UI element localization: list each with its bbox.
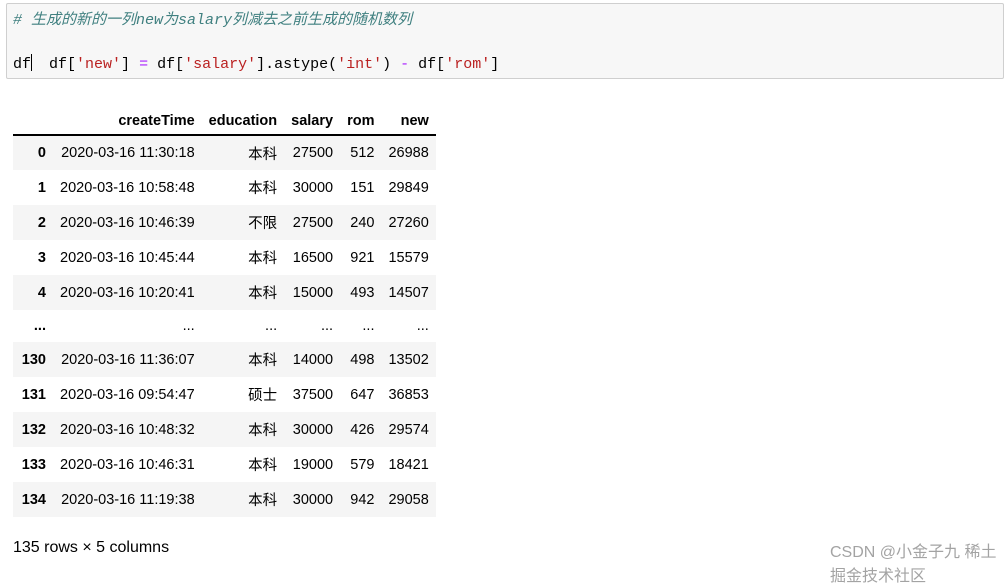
cell-salary: 27500 [292,145,334,161]
cell-education: ... [265,318,278,334]
cell-rom: 579 [350,456,375,473]
cell-rom: 512 [350,145,375,161]
cell-createtime: 2020-03-16 11:19:38 [61,491,195,508]
column-header: salary [291,113,334,129]
code-comment: # 生成的新的一列new为salary列减去之前生成的随机数列 [13,12,413,29]
row-count-footer: 135 rows × 5 columns [13,539,170,556]
table-row: 132 2020-03-16 10:48:32 本科 30000 426 29574 [13,412,436,447]
row-index: 0 [37,145,46,161]
code-line-assign: df['new'] = df['salary'].astype('int') -… [49,56,500,73]
cell-createtime: 2020-03-16 10:58:48 [60,179,195,196]
cell-new: 14507 [388,284,429,301]
column-header: createTime [118,113,195,129]
table-row: 133 2020-03-16 10:46:31 本科 19000 579 18421 [13,447,436,482]
cell-salary: 27500 [292,214,334,231]
row-index: 3 [37,249,46,266]
table-body: 0 2020-03-16 11:30:18 本科 27500 512 26988 1 2020… [13,135,436,517]
row-index: ... [33,318,46,334]
cell-education: 本科 [248,251,278,267]
watermark: CSDN @小金子九 稀土掘金技术社区 [830,544,997,585]
table-header-row: createTime education salary rom new [13,108,436,135]
column-header: rom [347,113,375,129]
cell-rom: 151 [350,179,375,196]
cell-education: 本科 [248,353,278,369]
table-row: 131 2020-03-16 09:54:47 硕士 37500 647 36853 [13,377,436,412]
table-row: 130 2020-03-16 11:36:07 本科 14000 498 13502 [13,342,436,377]
cell-salary: 30000 [292,179,334,196]
cell-new: 29574 [388,421,429,438]
cell-createtime: 2020-03-16 10:46:39 [60,214,195,231]
row-index: 130 [21,351,46,368]
ellipsis-row: .................. [13,310,436,342]
cell-salary: 30000 [292,421,334,438]
cell-rom: 498 [350,351,375,368]
cell-salary: ... [320,318,334,334]
cell-new: 36853 [388,386,429,403]
cell-rom: ... [362,318,375,334]
cell-education: 本科 [248,458,278,474]
cell-createtime: 2020-03-16 10:20:41 [60,284,195,301]
row-index: 132 [21,421,46,438]
cell-rom: 426 [350,421,375,438]
cell-salary: 19000 [292,456,334,473]
index-header [13,108,53,135]
row-index: 134 [21,491,46,508]
cell-createtime: 2020-03-16 11:30:18 [61,145,195,161]
table-row: 2 2020-03-16 10:46:39 不限 27500 240 27260 [13,205,436,240]
row-index: 133 [21,456,46,473]
cell-createtime: 2020-03-16 11:36:07 [61,351,195,368]
cell-education: 本科 [248,493,278,509]
cell-new: 26988 [388,145,429,161]
table-row: 0 2020-03-16 11:30:18 本科 27500 512 26988 [13,135,436,170]
row-index: 4 [37,284,46,301]
cell-salary: 14000 [292,351,334,368]
cell-education: 本科 [248,181,278,197]
cell-createtime: 2020-03-16 10:48:32 [60,421,195,438]
table-row: 134 2020-03-16 11:19:38 本科 30000 942 29058 [13,482,436,517]
cell-rom: 240 [350,214,375,231]
cell-createtime: ... [182,318,195,334]
cell-createtime: 2020-03-16 09:54:47 [60,386,195,403]
cell-rom: 921 [350,249,375,266]
cell-salary: 30000 [292,491,334,508]
column-header: education [208,113,278,129]
cell-salary: 37500 [292,386,334,403]
row-index: 131 [21,386,46,403]
table-row: 4 2020-03-16 10:20:41 本科 15000 493 14507 [13,275,436,310]
cell-rom: 942 [350,491,375,508]
cell-education: 本科 [248,286,278,302]
cell-new: 29058 [388,491,429,508]
table-row: 1 2020-03-16 10:58:48 本科 30000 151 29849 [13,170,436,205]
column-header: new [400,113,429,129]
cell-createtime: 2020-03-16 10:45:44 [60,249,195,266]
cell-new: 18421 [388,456,429,473]
cell-new: 15579 [388,249,429,266]
cell-createtime: 2020-03-16 10:46:31 [60,456,195,473]
dataframe-table: createTime education salary rom new 0 202… [13,108,436,517]
cell-education: 本科 [248,423,278,439]
cell-new: 29849 [388,179,429,196]
table-row: 3 2020-03-16 10:45:44 本科 16500 921 15579 [13,240,436,275]
cell-rom: 647 [350,386,375,403]
code-cell[interactable]: # 生成的新的一列new为salary列减去之前生成的随机数列 df['new'… [6,3,1004,79]
cell-education: 本科 [248,146,278,163]
cell-education: 硕士 [248,388,278,404]
cell-salary: 15000 [292,284,334,301]
cell-rom: 493 [350,284,375,301]
row-index: 1 [37,179,46,196]
cell-new: 27260 [388,214,429,231]
row-index: 2 [37,214,46,231]
cell-new: 13502 [388,351,429,368]
cell-salary: 16500 [292,249,334,266]
cell-new: ... [416,318,429,334]
cell-education: 不限 [248,216,278,232]
text-cursor [31,54,33,71]
